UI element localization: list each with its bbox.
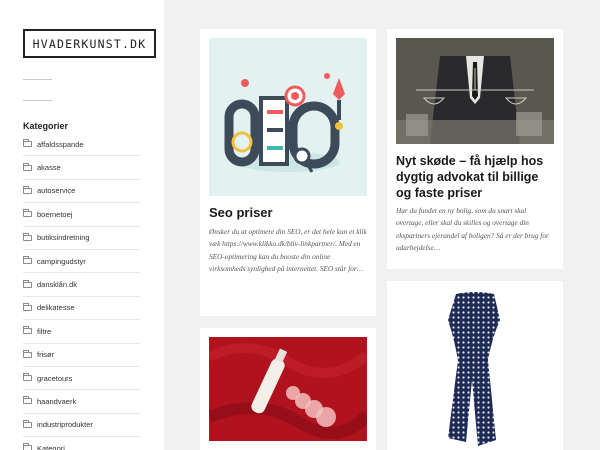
category-label[interactable]: boernetoej: [37, 210, 72, 219]
folder-icon: [23, 256, 32, 265]
categories-list: affaldsspande akasse autoservice boernetoej…: [23, 133, 140, 450]
divider: [23, 100, 52, 101]
category-label[interactable]: autoservice: [37, 186, 75, 195]
folder-icon: [23, 279, 32, 288]
category-item[interactable]: filtre: [23, 320, 140, 344]
post-card[interactable]: [387, 281, 563, 450]
folder-icon: [23, 419, 32, 428]
category-label[interactable]: frisør: [37, 350, 54, 359]
lawyer-photo: [396, 38, 554, 144]
post-image[interactable]: [396, 290, 554, 450]
category-label[interactable]: dansklån.dk: [37, 280, 77, 289]
category-item[interactable]: industriprodukter: [23, 414, 140, 438]
category-label[interactable]: gracetours: [37, 374, 72, 383]
category-label[interactable]: affaldsspande: [37, 140, 84, 149]
category-label[interactable]: campingudstyr: [37, 257, 86, 266]
folder-icon: [23, 443, 32, 450]
categories-heading: Kategorier: [23, 121, 69, 131]
sidebar: HVADERKUNST.DK Kategorier affaldsspande a…: [0, 0, 164, 450]
scarf-photo: [448, 292, 500, 446]
post-card[interactable]: [200, 328, 376, 450]
category-label[interactable]: filtre: [37, 327, 51, 336]
seo-illustration: [224, 73, 345, 173]
post-excerpt: Ønsker du at optimere din SEO, er det he…: [209, 227, 367, 274]
folder-icon: [23, 162, 32, 171]
folder-icon: [23, 373, 32, 382]
post-card-seo[interactable]: Seo priser Ønsker du at optimere din SEO…: [200, 29, 376, 316]
category-item[interactable]: haandvaerk: [23, 390, 140, 414]
category-label[interactable]: Kategori: [37, 444, 65, 450]
post-image-advokat[interactable]: [396, 38, 554, 144]
folder-icon: [23, 349, 32, 358]
category-item[interactable]: frisør: [23, 344, 140, 367]
post-image[interactable]: [206, 337, 372, 441]
post-card-advokat[interactable]: Nyt skøde – få hjælp hos dygtig advokat …: [387, 29, 563, 269]
folder-icon: [23, 185, 32, 194]
category-item[interactable]: akasse: [23, 156, 140, 180]
category-item[interactable]: gracetours: [23, 367, 140, 391]
category-item[interactable]: autoservice: [23, 180, 140, 204]
folder-icon: [23, 209, 32, 218]
folder-icon: [23, 302, 32, 311]
category-item[interactable]: campingudstyr: [23, 250, 140, 274]
site-logo[interactable]: HVADERKUNST.DK: [23, 29, 156, 58]
folder-icon: [23, 326, 32, 335]
category-label[interactable]: haandvaerk: [37, 397, 76, 406]
folder-icon: [23, 396, 32, 405]
category-item[interactable]: dansklån.dk: [23, 273, 140, 297]
category-item[interactable]: affaldsspande: [23, 133, 140, 157]
category-label[interactable]: industriprodukter: [37, 420, 93, 429]
post-title[interactable]: Nyt skøde – få hjælp hos dygtig advokat …: [396, 153, 556, 201]
post-title[interactable]: Seo priser: [209, 205, 367, 220]
product-photo: [206, 337, 372, 441]
category-item[interactable]: boernetoej: [23, 203, 140, 227]
category-item[interactable]: butiksindretning: [23, 227, 140, 250]
category-label[interactable]: butiksindretning: [37, 233, 90, 242]
category-label[interactable]: delikatesse: [37, 303, 75, 312]
post-excerpt: Har du fundet en ny bolig, som du snart …: [396, 206, 549, 253]
folder-icon: [23, 139, 32, 148]
divider: [23, 79, 52, 80]
category-item[interactable]: delikatesse: [23, 297, 140, 321]
post-image-seo[interactable]: [209, 38, 367, 196]
category-label[interactable]: akasse: [37, 163, 61, 172]
folder-icon: [23, 232, 32, 241]
category-item[interactable]: Kategori: [23, 437, 140, 450]
